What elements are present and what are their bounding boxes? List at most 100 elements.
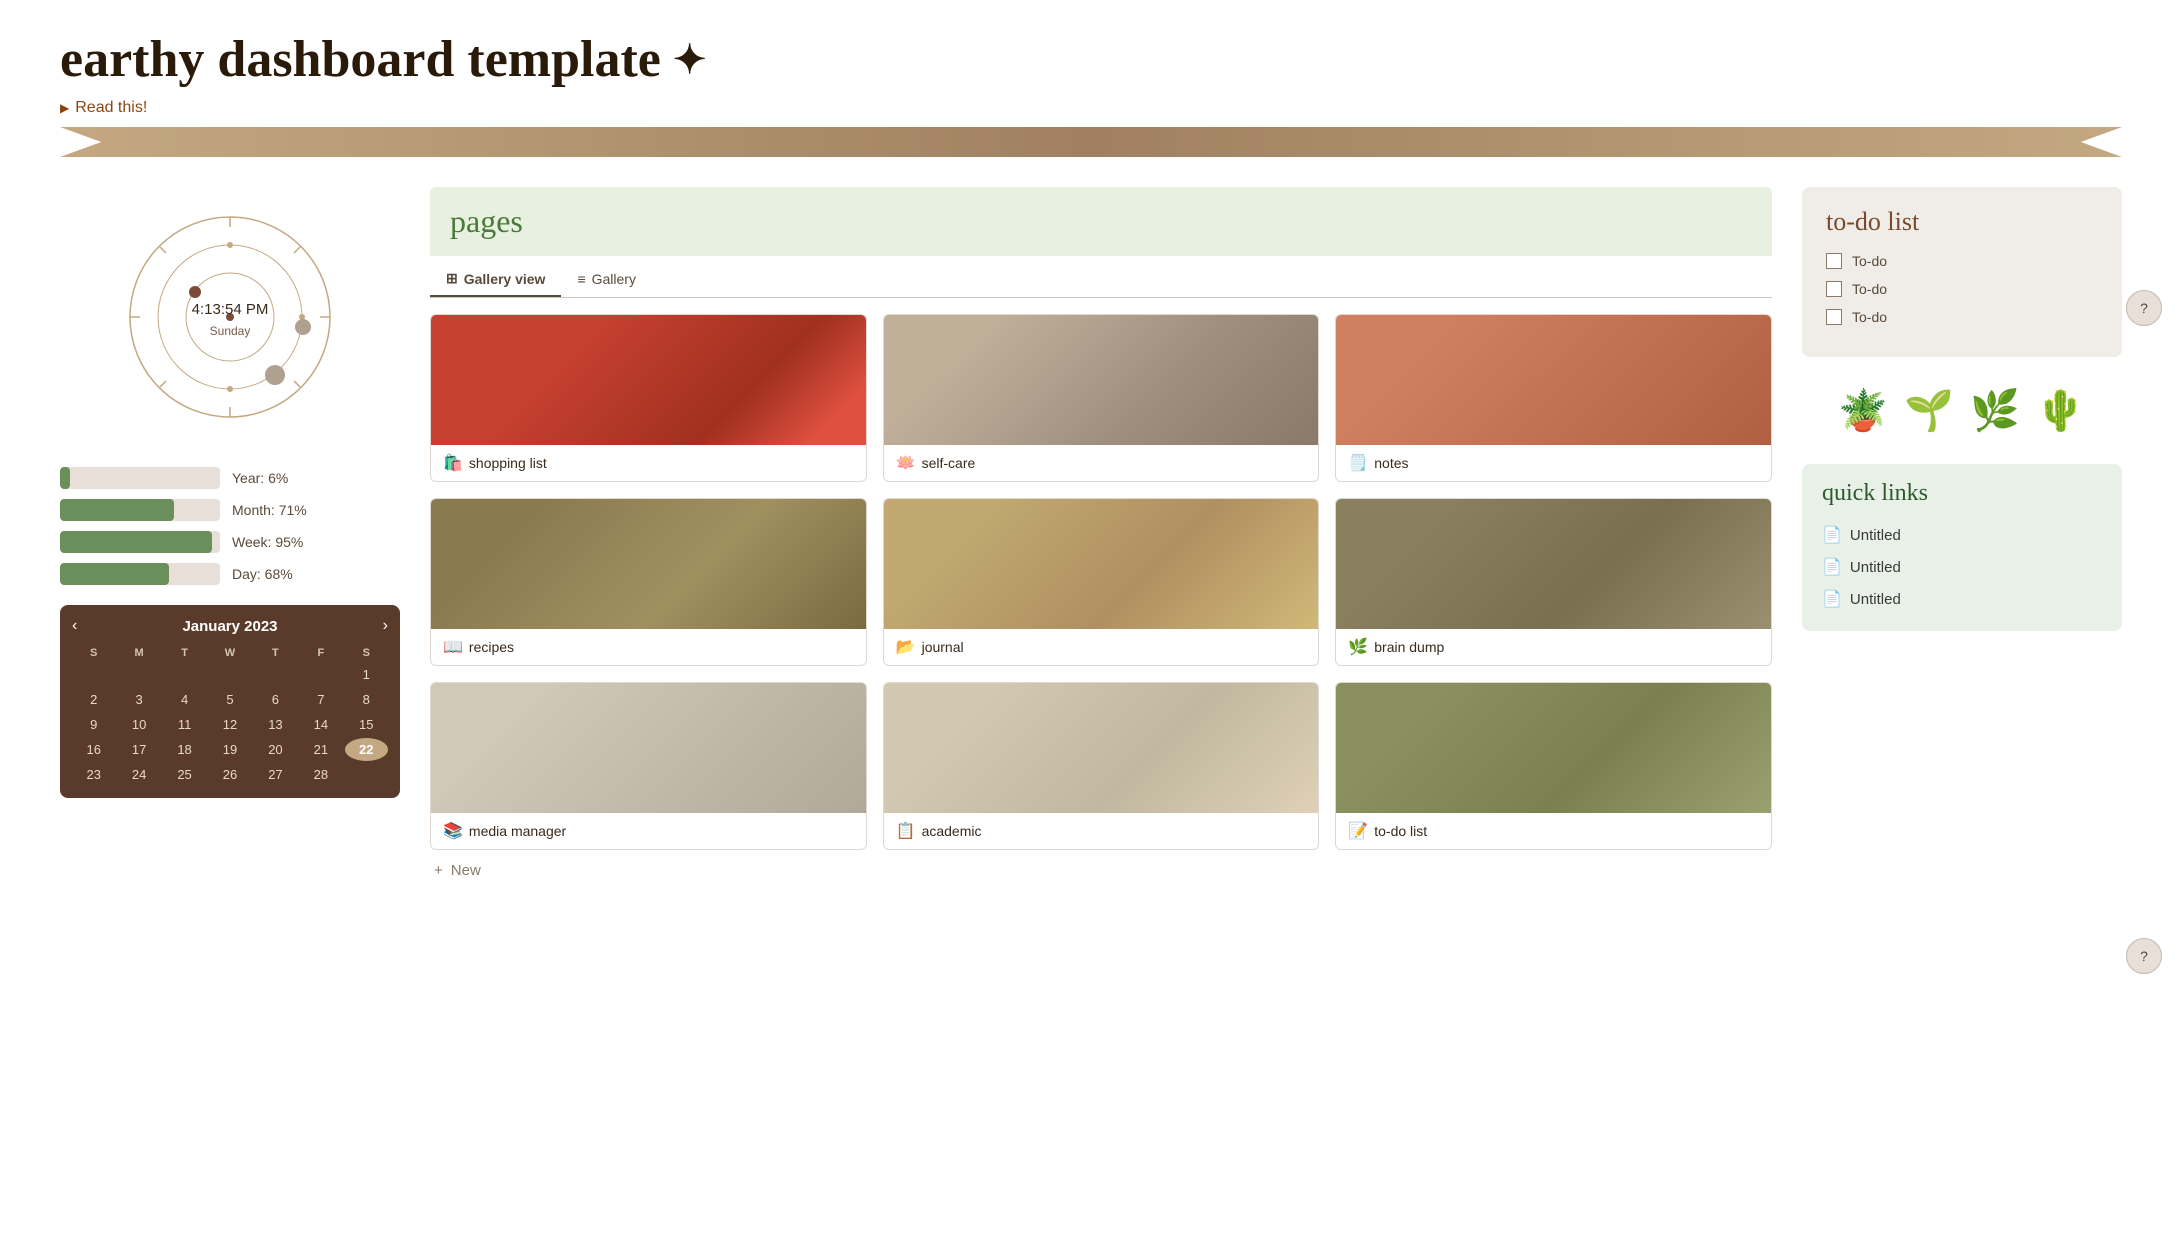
progress-row: Month: 71% [60, 499, 400, 521]
progress-label: Year: 6% [232, 470, 288, 486]
cal-day[interactable]: 1 [345, 663, 388, 686]
progress-label: Day: 68% [232, 566, 293, 582]
gallery-card[interactable]: 📋academic [883, 682, 1320, 850]
card-emoji: 📝 [1348, 821, 1368, 841]
help-button-bottom[interactable]: ? [2126, 938, 2162, 974]
cal-day[interactable]: 5 [208, 688, 251, 711]
card-label-text: shopping list [469, 455, 547, 471]
quick-links-items: 📄Untitled📄Untitled📄Untitled [1822, 519, 2102, 615]
progress-bar-fill [60, 499, 174, 521]
right-column: to-do list To-do To-do To-do 🪴🌱🌿🌵 quick li… [1802, 187, 2122, 631]
cal-day[interactable]: 2 [72, 688, 115, 711]
cal-day[interactable]: 9 [72, 713, 115, 736]
calendar-header: ‹ January 2023 › [72, 617, 388, 635]
calendar-widget: ‹ January 2023 › SMTWTFS1234567891011121… [60, 605, 400, 798]
cal-day[interactable]: 23 [72, 763, 115, 786]
cal-day [299, 663, 342, 686]
plant-emoji: 🪴 [1838, 387, 1888, 434]
todo-item[interactable]: To-do [1826, 281, 2098, 297]
todo-item[interactable]: To-do [1826, 253, 2098, 269]
page-title: earthy dashboard template ✦ [60, 30, 2122, 89]
cal-day[interactable]: 16 [72, 738, 115, 761]
cal-day[interactable]: 12 [208, 713, 251, 736]
cal-day[interactable]: 15 [345, 713, 388, 736]
doc-icon: 📄 [1822, 525, 1842, 545]
gallery-card[interactable]: 🪷self-care [883, 314, 1320, 482]
add-new-button[interactable]: + New [430, 850, 1772, 891]
gallery-card[interactable]: 📝to-do list [1335, 682, 1772, 850]
todo-checkbox[interactable] [1826, 253, 1842, 269]
gallery-tab[interactable]: ≡Gallery [561, 264, 652, 297]
help-button-top[interactable]: ? [2126, 290, 2162, 326]
cal-day[interactable]: 24 [117, 763, 160, 786]
cal-day[interactable]: 4 [163, 688, 206, 711]
gallery-card[interactable]: 🗒️notes [1335, 314, 1772, 482]
quick-links-title: quick links [1822, 480, 2102, 507]
cal-day[interactable]: 21 [299, 738, 342, 761]
cal-day [163, 663, 206, 686]
cal-day-header: M [117, 645, 160, 661]
card-label-text: brain dump [1374, 639, 1444, 655]
gallery-tab[interactable]: ⊞Gallery view [430, 264, 561, 297]
todo-title: to-do list [1826, 207, 2098, 237]
todo-section: to-do list To-do To-do To-do [1802, 187, 2122, 357]
cal-day-header: T [254, 645, 297, 661]
progress-bar-fill [60, 563, 169, 585]
cal-day[interactable]: 27 [254, 763, 297, 786]
gallery-card[interactable]: 📚media manager [430, 682, 867, 850]
card-image [1336, 499, 1771, 629]
card-image [431, 499, 866, 629]
card-image [884, 499, 1319, 629]
card-label-text: self-care [922, 455, 976, 471]
todo-item-label: To-do [1852, 309, 1887, 325]
cal-day[interactable]: 20 [254, 738, 297, 761]
todo-item-label: To-do [1852, 281, 1887, 297]
cal-day[interactable]: 22 [345, 738, 388, 761]
todo-item[interactable]: To-do [1826, 309, 2098, 325]
calendar-next-button[interactable]: › [383, 617, 388, 635]
progress-bar-bg [60, 531, 220, 553]
calendar-prev-button[interactable]: ‹ [72, 617, 77, 635]
quick-link-label: Untitled [1850, 559, 1901, 576]
cal-day[interactable]: 18 [163, 738, 206, 761]
cal-day[interactable]: 25 [163, 763, 206, 786]
progress-bar-fill [60, 467, 70, 489]
cal-day [117, 663, 160, 686]
cal-day[interactable]: 19 [208, 738, 251, 761]
middle-column: pages ⊞Gallery view≡Gallery 🛍️shopping l… [430, 187, 1772, 891]
cal-day[interactable]: 7 [299, 688, 342, 711]
read-this-label: Read this! [75, 99, 147, 117]
cal-day[interactable]: 8 [345, 688, 388, 711]
cal-day[interactable]: 13 [254, 713, 297, 736]
todo-checkbox[interactable] [1826, 281, 1842, 297]
gallery-card[interactable]: 📂journal [883, 498, 1320, 666]
cal-day[interactable]: 17 [117, 738, 160, 761]
pages-title: pages [450, 203, 1752, 240]
quick-link-item[interactable]: 📄 Untitled [1822, 519, 2102, 551]
card-label-text: academic [922, 823, 982, 839]
progress-bar-bg [60, 563, 220, 585]
gallery-card[interactable]: 🌿brain dump [1335, 498, 1772, 666]
sparkle-icon: ✦ [673, 36, 707, 83]
cal-day[interactable]: 28 [299, 763, 342, 786]
tab-label: Gallery view [464, 271, 546, 287]
doc-icon: 📄 [1822, 557, 1842, 577]
card-emoji: 📂 [896, 637, 916, 657]
quick-links-section: quick links 📄Untitled📄Untitled📄Untitled [1802, 464, 2122, 631]
cal-day[interactable]: 10 [117, 713, 160, 736]
quick-link-label: Untitled [1850, 527, 1901, 544]
quick-link-item[interactable]: 📄Untitled [1822, 583, 2102, 615]
card-label: 🌿brain dump [1336, 629, 1771, 665]
gallery-card[interactable]: 📖recipes [430, 498, 867, 666]
cal-day[interactable]: 3 [117, 688, 160, 711]
quick-link-item[interactable]: 📄 Untitled [1822, 551, 2102, 583]
cal-day[interactable]: 11 [163, 713, 206, 736]
gallery-card[interactable]: 🛍️shopping list [430, 314, 867, 482]
cal-day[interactable]: 26 [208, 763, 251, 786]
plants-row: 🪴🌱🌿🌵 [1802, 377, 2122, 444]
read-this-toggle[interactable]: ▶ Read this! [60, 99, 2122, 117]
cal-day[interactable]: 14 [299, 713, 342, 736]
todo-checkbox[interactable] [1826, 309, 1842, 325]
progress-bar-bg [60, 499, 220, 521]
cal-day[interactable]: 6 [254, 688, 297, 711]
